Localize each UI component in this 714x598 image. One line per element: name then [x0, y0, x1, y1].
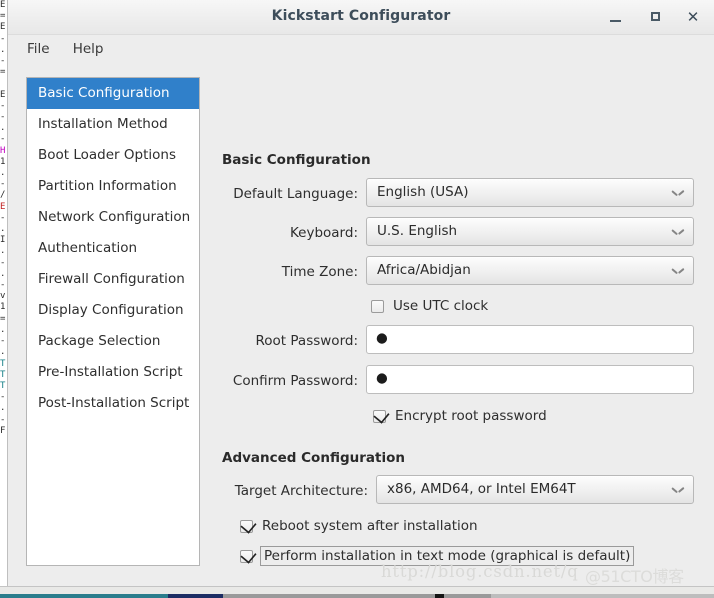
- encrypt-root-password-checkbox-row[interactable]: Encrypt root password: [373, 408, 547, 424]
- sidebar-item-boot-loader-options[interactable]: Boot Loader Options: [27, 140, 199, 171]
- confirm-password-field[interactable]: ●: [366, 365, 694, 394]
- time-zone-dropdown[interactable]: Africa/Abidjan: [366, 256, 694, 285]
- keyboard-label: Keyboard:: [289, 225, 358, 241]
- use-utc-clock-checkbox-row[interactable]: Use UTC clock: [371, 298, 488, 314]
- root-password-value: ●: [376, 330, 389, 346]
- background-window-sliver: E = E -. - = E - -. - H 1. - / E -. I. -. - v 1 =. -. T T T -. - F: [0, 0, 7, 586]
- close-icon: ✕: [686, 8, 700, 26]
- target-architecture-dropdown[interactable]: x86, AMD64, or Intel EM64T: [376, 475, 694, 504]
- use-utc-clock-checkbox[interactable]: [371, 299, 384, 313]
- taskbar-segment-gray-right[interactable]: [491, 594, 714, 598]
- encrypt-root-password-label: Encrypt root password: [395, 408, 547, 424]
- time-zone-value: Africa/Abidjan: [377, 262, 471, 278]
- reboot-after-installation-label: Reboot system after installation: [262, 518, 478, 534]
- minimize-icon: [609, 20, 621, 22]
- confirm-password-label: Confirm Password:: [232, 373, 358, 389]
- reboot-after-installation-checkbox-row[interactable]: Reboot system after installation: [240, 518, 478, 534]
- text-mode-checkbox-row[interactable]: Perform installation in text mode (graph…: [240, 546, 635, 566]
- sidebar-item-partition-information[interactable]: Partition Information: [27, 171, 199, 202]
- maximize-icon: [650, 12, 660, 21]
- target-architecture-value: x86, AMD64, or Intel EM64T: [387, 481, 576, 497]
- window-titlebar[interactable]: Kickstart Configurator ✕: [8, 0, 714, 35]
- text-mode-label: Perform installation in text mode (graph…: [260, 546, 635, 566]
- root-password-label: Root Password:: [255, 333, 358, 349]
- basic-configuration-pane: Basic Configuration Default Language: En…: [214, 65, 714, 586]
- chevron-down-icon: [673, 268, 682, 273]
- configuration-sections-list[interactable]: Basic Configuration Installation Method …: [26, 77, 200, 566]
- confirm-password-value: ●: [376, 370, 389, 386]
- keyboard-value: U.S. English: [377, 223, 458, 239]
- sidebar-item-installation-method[interactable]: Installation Method: [27, 109, 199, 140]
- minimize-button[interactable]: [604, 6, 626, 28]
- default-language-value: English (USA): [377, 184, 469, 200]
- default-language-dropdown[interactable]: English (USA): [366, 178, 694, 207]
- default-language-label: Default Language:: [233, 186, 358, 202]
- keyboard-dropdown[interactable]: U.S. English: [366, 217, 694, 246]
- maximize-button[interactable]: [644, 6, 666, 28]
- sidebar-item-pre-installation-script[interactable]: Pre-Installation Script: [27, 357, 199, 388]
- close-button[interactable]: ✕: [682, 6, 704, 28]
- sidebar-item-display-configuration[interactable]: Display Configuration: [27, 295, 199, 326]
- chevron-down-icon: [673, 229, 682, 234]
- root-password-field[interactable]: ●: [366, 325, 694, 354]
- text-mode-checkbox[interactable]: [240, 549, 253, 563]
- taskbar-top-edge: [0, 586, 714, 594]
- menu-file[interactable]: File: [18, 35, 59, 57]
- taskbar-segment-teal[interactable]: [0, 594, 168, 598]
- sidebar-item-post-installation-script[interactable]: Post-Installation Script: [27, 388, 199, 419]
- menu-help[interactable]: Help: [64, 35, 113, 57]
- advanced-configuration-heading: Advanced Configuration: [222, 450, 405, 466]
- sidebar-item-basic-configuration[interactable]: Basic Configuration: [27, 78, 199, 109]
- taskbar-segment-blue[interactable]: [168, 594, 223, 598]
- sidebar-item-package-selection[interactable]: Package Selection: [27, 326, 199, 357]
- use-utc-clock-label: Use UTC clock: [393, 298, 489, 314]
- taskbar-segment-gray[interactable]: [223, 594, 491, 598]
- sidebar-item-authentication[interactable]: Authentication: [27, 233, 199, 264]
- time-zone-label: Time Zone:: [281, 264, 358, 280]
- encrypt-root-password-checkbox[interactable]: [373, 409, 386, 423]
- menubar: File Help: [8, 35, 714, 65]
- window-content: Basic Configuration Installation Method …: [8, 65, 714, 586]
- desktop-taskbar[interactable]: [0, 586, 714, 598]
- basic-configuration-heading: Basic Configuration: [222, 152, 371, 168]
- reboot-after-installation-checkbox[interactable]: [240, 519, 253, 533]
- sidebar-item-firewall-configuration[interactable]: Firewall Configuration: [27, 264, 199, 295]
- taskbar-segment-black[interactable]: [435, 594, 444, 598]
- chevron-down-icon: [673, 190, 682, 195]
- target-architecture-label: Target Architecture:: [234, 483, 368, 499]
- chevron-down-icon: [673, 487, 682, 492]
- kickstart-configurator-window: Kickstart Configurator ✕ File Help Basic…: [7, 0, 714, 586]
- sidebar-item-network-configuration[interactable]: Network Configuration: [27, 202, 199, 233]
